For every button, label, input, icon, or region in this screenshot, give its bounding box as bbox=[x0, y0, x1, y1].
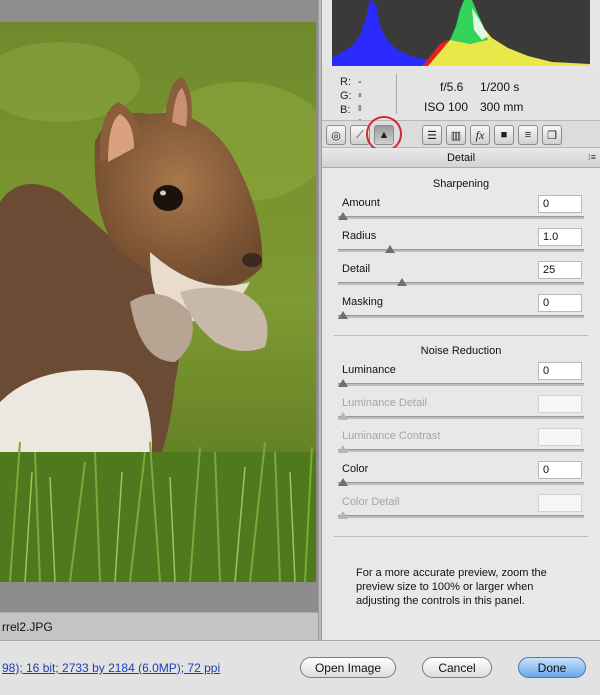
color-slider-thumb[interactable] bbox=[338, 478, 348, 486]
tab-lens-corrections[interactable]: fx bbox=[470, 125, 490, 145]
color-detail-slider bbox=[338, 511, 584, 519]
shutter-value: 1/200 s bbox=[480, 80, 520, 94]
color-detail-slider-thumb bbox=[338, 511, 348, 519]
panel-tabs: ◎ ⟋ ▲ ☰ ▥ fx ■ ≡ ❐ bbox=[322, 120, 600, 148]
luminance-detail-slider bbox=[338, 412, 584, 420]
tab-basic[interactable]: ◎ bbox=[326, 125, 346, 145]
luminance-contrast-slider bbox=[338, 445, 584, 453]
blue-label: B: bbox=[340, 104, 351, 116]
presets-icon: ≡ bbox=[524, 129, 532, 141]
histogram bbox=[332, 0, 590, 66]
image-filename: rrel2.JPG bbox=[2, 620, 53, 634]
right-panel: R: --- G: --- B: --- f/5.6 1/200 s ISO 1… bbox=[322, 0, 600, 640]
detail-slider[interactable] bbox=[338, 278, 584, 286]
filename-bar: rrel2.JPG bbox=[0, 612, 318, 640]
blue-readout: B: --- bbox=[340, 104, 362, 140]
green-label: G: bbox=[340, 90, 352, 102]
radius-slider[interactable] bbox=[338, 245, 584, 253]
bottom-bar: 98); 16 bit; 2733 by 2184 (6.0MP); 72 pp… bbox=[0, 640, 600, 695]
amount-slider[interactable] bbox=[338, 212, 584, 220]
luminance-contrast-slider-thumb bbox=[338, 445, 348, 453]
done-button[interactable]: Done bbox=[518, 657, 586, 678]
color-slider[interactable] bbox=[338, 478, 584, 486]
panel-menu-icon[interactable]: ⁝≡ bbox=[588, 152, 596, 163]
masking-slider-thumb[interactable] bbox=[338, 311, 348, 319]
luminance-detail-label: Luminance Detail bbox=[342, 397, 427, 409]
color-detail-label: Color Detail bbox=[342, 496, 400, 508]
radius-slider-thumb[interactable] bbox=[385, 245, 396, 253]
luminance-contrast-field bbox=[538, 428, 582, 446]
detail-field[interactable]: 25 bbox=[538, 261, 582, 279]
color-detail-field bbox=[538, 494, 582, 512]
green-readout: G: --- bbox=[340, 90, 362, 126]
focal-length-value: 300 mm bbox=[480, 100, 524, 114]
luminance-detail-field bbox=[538, 395, 582, 413]
luminance-slider-thumb[interactable] bbox=[338, 379, 348, 387]
panel-title-bar: Detail ⁝≡ bbox=[322, 148, 600, 168]
color-field[interactable]: 0 bbox=[538, 461, 582, 479]
workflow-options-link[interactable]: 98); 16 bit; 2733 by 2184 (6.0MP); 72 pp… bbox=[2, 661, 220, 675]
detail-panel: Sharpening Amount 0 Radius 1.0 Detail 25… bbox=[322, 168, 600, 640]
tab-camera-calibration[interactable]: ■ bbox=[494, 125, 514, 145]
color-label: Color bbox=[342, 463, 369, 475]
camera-calibration-icon: ■ bbox=[500, 129, 508, 141]
amount-slider-thumb[interactable] bbox=[338, 212, 348, 220]
snapshots-icon: ❐ bbox=[547, 129, 557, 142]
luminance-contrast-label: Luminance Contrast bbox=[342, 430, 441, 442]
luminance-label: Luminance bbox=[342, 364, 396, 376]
readout: R: --- G: --- B: --- f/5.6 1/200 s ISO 1… bbox=[322, 68, 600, 140]
red-label: R: bbox=[340, 76, 351, 88]
preview-toolbar bbox=[0, 0, 318, 22]
detail-slider-thumb[interactable] bbox=[397, 278, 407, 286]
section-separator bbox=[334, 335, 588, 336]
tone-curve-icon: ⟋ bbox=[356, 128, 364, 141]
aperture-value: f/5.6 bbox=[440, 80, 464, 94]
luminance-field[interactable]: 0 bbox=[538, 362, 582, 380]
lens-corrections-icon: fx bbox=[475, 127, 485, 142]
masking-field[interactable]: 0 bbox=[538, 294, 582, 312]
preview-gutter bbox=[0, 582, 318, 612]
masking-slider[interactable] bbox=[338, 311, 584, 319]
info-separator bbox=[334, 536, 588, 537]
preview-area: rrel2.JPG bbox=[0, 0, 322, 640]
open-image-button[interactable]: Open Image bbox=[300, 657, 396, 678]
preview-info-text: For a more accurate preview, zoom the pr… bbox=[356, 567, 547, 607]
panel-title: Detail bbox=[446, 152, 476, 164]
amount-label: Amount bbox=[342, 197, 380, 209]
tab-split-toning[interactable]: ▥ bbox=[446, 125, 466, 145]
radius-label: Radius bbox=[342, 230, 377, 242]
tab-hsl[interactable]: ☰ bbox=[422, 125, 442, 145]
luminance-slider[interactable] bbox=[338, 379, 584, 387]
tab-snapshots[interactable]: ❐ bbox=[542, 125, 562, 145]
radius-field[interactable]: 1.0 bbox=[538, 228, 582, 246]
tab-presets[interactable]: ≡ bbox=[518, 125, 538, 145]
readout-separator bbox=[396, 74, 397, 114]
split-toning-icon: ▥ bbox=[450, 129, 462, 142]
highlight-circle bbox=[366, 116, 402, 152]
luminance-detail-slider-thumb bbox=[338, 412, 348, 420]
squirrel-photo bbox=[0, 22, 316, 582]
noise-reduction-heading: Noise Reduction bbox=[420, 345, 502, 357]
aperture-icon: ◎ bbox=[331, 129, 341, 142]
hsl-icon: ☰ bbox=[427, 129, 437, 142]
amount-field[interactable]: 0 bbox=[538, 195, 582, 213]
masking-label: Masking bbox=[342, 296, 383, 308]
sharpening-heading: Sharpening bbox=[432, 178, 490, 190]
detail-label: Detail bbox=[342, 263, 371, 275]
iso-value: ISO 100 bbox=[424, 100, 469, 114]
red-readout: R: --- bbox=[340, 76, 362, 112]
cancel-button[interactable]: Cancel bbox=[422, 657, 492, 678]
